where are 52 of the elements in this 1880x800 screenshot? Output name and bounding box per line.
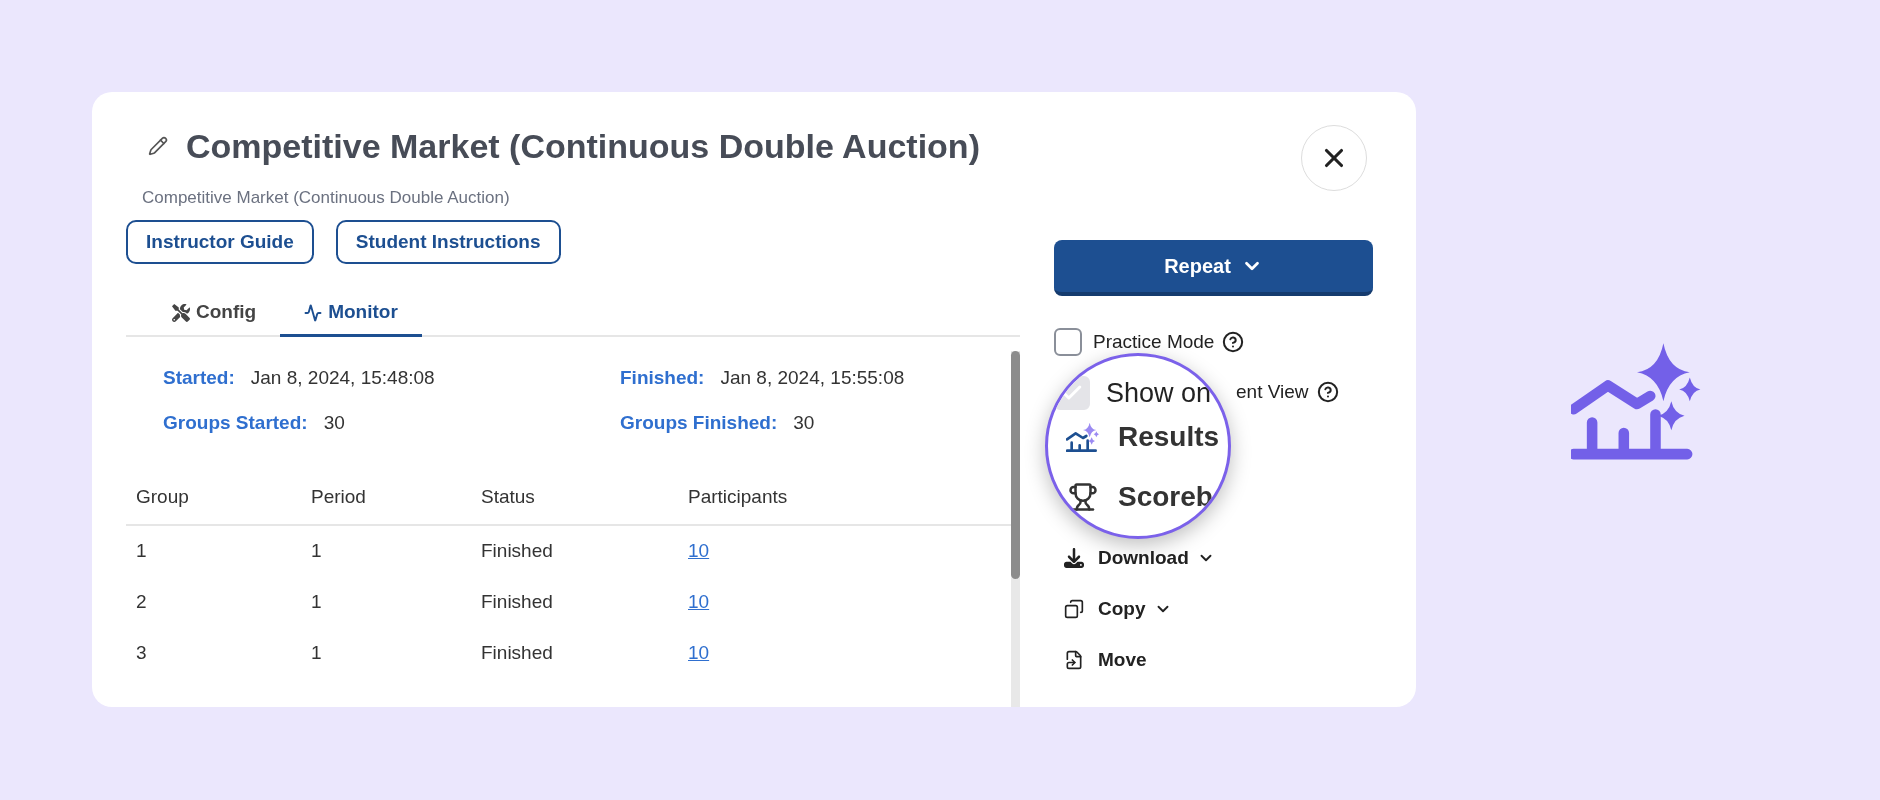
option-label: ent View: [1236, 379, 1309, 404]
scrollbar-thumb[interactable]: [1011, 351, 1020, 579]
column-header: Period: [311, 484, 367, 509]
pencil-icon[interactable]: [148, 136, 168, 156]
tools-icon: [172, 303, 190, 322]
magnified-menu-item[interactable]: Scoreb: [1118, 480, 1213, 514]
trophy-icon: [1066, 482, 1100, 512]
scrollbar[interactable]: [1011, 351, 1020, 707]
help-icon[interactable]: [1316, 381, 1339, 403]
dialog-subtitle: Competitive Market (Continuous Double Auction): [141, 188, 511, 208]
participants-link[interactable]: 10: [688, 588, 710, 617]
table-cell-text: 2: [136, 590, 148, 615]
summary-value: 30: [793, 411, 815, 435]
table-cell-text: Finished: [481, 539, 554, 564]
download-icon: [1064, 548, 1084, 568]
table-cell-text: 1: [311, 539, 323, 564]
file-move-icon: [1064, 650, 1084, 670]
guide-button[interactable]: Instructor Guide: [126, 220, 314, 264]
option-label: Practice Mode: [1093, 329, 1215, 354]
table-cell-text: Finished: [481, 641, 554, 666]
menu-item[interactable]: Move: [1064, 644, 1147, 676]
table-cell-text: 1: [311, 590, 323, 615]
column-header: Status: [481, 484, 536, 509]
summary-label: Started:: [163, 366, 235, 390]
magnified-label: Show on: [1106, 377, 1212, 410]
menu-item[interactable]: Download: [1064, 542, 1215, 574]
table-cell-text: 1: [311, 641, 323, 666]
table-cell-text: 3: [136, 641, 148, 666]
pulse-icon: [304, 303, 323, 322]
dialog-title: Competitive Market (Continuous Double Auction): [186, 128, 980, 164]
table-cell-text: 1: [136, 539, 148, 564]
summary-label: Groups Finished:: [620, 411, 778, 435]
help-icon[interactable]: [1222, 331, 1245, 353]
tab[interactable]: Config: [148, 291, 281, 337]
summary-label: Groups Started:: [163, 411, 308, 435]
magnified-menu-item[interactable]: Results: [1118, 420, 1220, 454]
summary-value: 30: [323, 411, 345, 435]
repeat-button[interactable]: Repeat: [1054, 240, 1373, 296]
summary-value: Jan 8, 2024, 15:48:08: [250, 366, 435, 390]
menu-item[interactable]: Copy: [1064, 593, 1172, 625]
participants-link[interactable]: 10: [688, 639, 710, 668]
chart-sparkles-icon: [1066, 422, 1100, 452]
summary-value: Jan 8, 2024, 15:55:08: [720, 366, 905, 390]
checkbox[interactable]: [1054, 328, 1082, 356]
participants-link[interactable]: 10: [688, 537, 710, 566]
tab[interactable]: Monitor: [280, 291, 422, 337]
guide-button[interactable]: Student Instructions: [335, 220, 561, 264]
column-header: Group: [136, 484, 190, 509]
copy-icon: [1064, 599, 1084, 619]
column-header: Participants: [688, 484, 789, 509]
summary-label: Finished:: [620, 366, 705, 390]
table-cell-text: Finished: [481, 590, 554, 615]
